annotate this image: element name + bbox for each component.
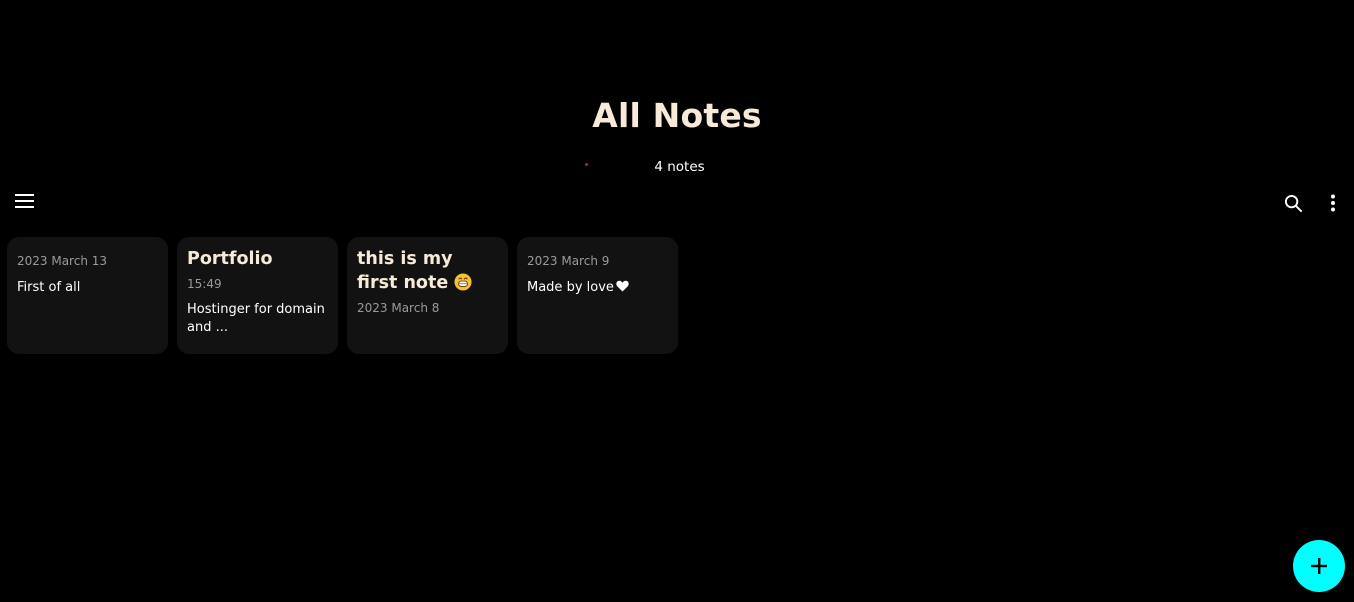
note-title: Portfolio bbox=[187, 249, 273, 269]
note-date: 2023 March 13 bbox=[17, 254, 108, 268]
note-card[interactable]: 2023 March 9 Made by love bbox=[517, 237, 678, 354]
search-icon bbox=[1284, 194, 1302, 212]
notes-app: All Notes 4 notes 2023 March 13 First of… bbox=[0, 0, 1354, 602]
note-title: this is my first note bbox=[357, 249, 453, 293]
note-card[interactable]: 2023 March 13 First of all bbox=[7, 237, 168, 354]
hamburger-menu-icon bbox=[15, 194, 34, 208]
notes-grid: 2023 March 13 First of all Portfolio 15:… bbox=[7, 237, 678, 354]
menu-button[interactable] bbox=[10, 187, 40, 215]
note-card[interactable]: this is my first note 2023 March 8 bbox=[347, 237, 508, 354]
note-title-row: this is my first note bbox=[357, 247, 498, 295]
note-body: Hostinger for domain and ... bbox=[187, 302, 325, 335]
note-date: 2023 March 9 bbox=[527, 254, 610, 268]
white-heart-emoji bbox=[616, 280, 629, 292]
notes-count: 4 notes bbox=[654, 159, 705, 175]
note-date: 2023 March 8 bbox=[357, 301, 440, 315]
page-title: All Notes bbox=[592, 96, 762, 135]
note-date: 15:49 bbox=[187, 277, 222, 291]
note-card[interactable]: Portfolio 15:49 Hostinger for domain and… bbox=[177, 237, 338, 354]
note-body: Made by love bbox=[527, 280, 614, 295]
note-body: First of all bbox=[17, 280, 81, 295]
note-body-row: Made by love bbox=[527, 279, 668, 297]
grinning-face-emoji bbox=[454, 273, 472, 291]
more-options-button[interactable] bbox=[1320, 189, 1346, 217]
more-vertical-icon bbox=[1331, 194, 1335, 212]
search-button[interactable] bbox=[1279, 189, 1307, 217]
plus-icon bbox=[1311, 558, 1327, 574]
add-note-button[interactable] bbox=[1293, 540, 1345, 592]
